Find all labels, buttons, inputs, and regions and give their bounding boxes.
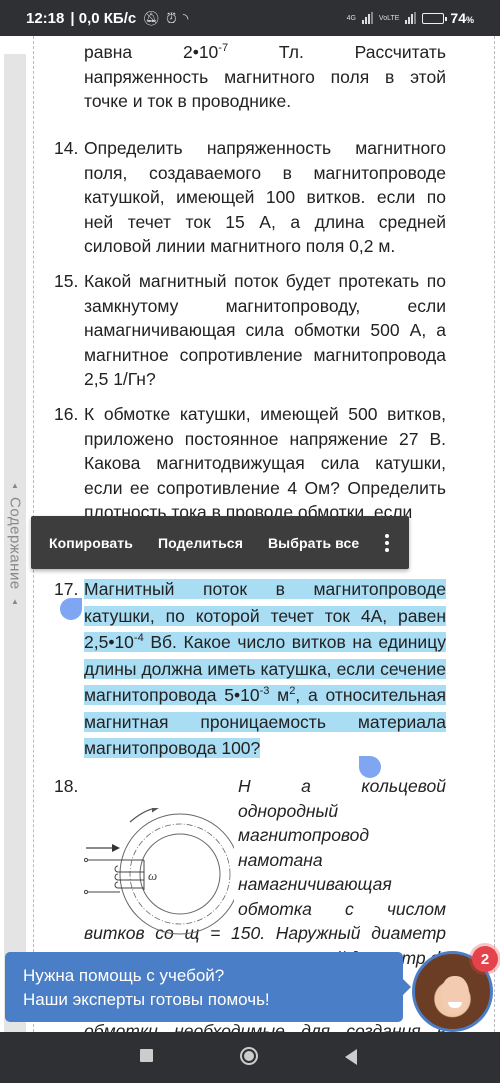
q18-word: числом	[386, 898, 446, 919]
question-16: 16. К обмотке катушки, имеющей 500 витко…	[54, 402, 446, 525]
q18-word: Н	[238, 776, 251, 796]
q17-part3: м	[269, 685, 290, 705]
q13-value-exp: -7	[218, 42, 229, 54]
question-text: Определить напряженность магнитного поля…	[84, 138, 446, 256]
q17-exp2: -3	[259, 685, 270, 697]
contents-label: Содержание	[6, 497, 24, 590]
avatar-face	[441, 976, 469, 1014]
network-speed: | 0,0 КБ/с	[70, 9, 137, 27]
question-number: 16.	[54, 404, 79, 424]
cast-icon: ◝	[182, 9, 189, 26]
q13-unit: Тл.	[278, 42, 304, 62]
q18-line: магнитопровод	[238, 825, 370, 845]
question-13-tail: равна 2•10-7 Тл. Рассчитать напряженност…	[54, 40, 446, 114]
help-chat-banner[interactable]: Нужна помощь с учебой? Наши эксперты гот…	[5, 952, 411, 1022]
question-number: 18.	[54, 776, 79, 796]
battery-value: 74	[450, 10, 466, 26]
alarm-icon: ⏰︎	[166, 9, 177, 26]
volte-tag: VoLTE	[378, 14, 400, 22]
notification-badge: 2	[472, 946, 498, 972]
question-text-selected[interactable]: Магнитный поток в магнитопроводе катушки…	[84, 576, 446, 762]
question-text: К обмотке катушки, имеющей 500 витков, п…	[84, 404, 446, 522]
q18-word: обмотка	[238, 898, 312, 919]
omega-label: ω	[148, 868, 157, 883]
q13-value: 2•10-7	[183, 40, 228, 65]
signal-icon-2	[405, 12, 417, 24]
q18-line: На кольцевой	[238, 774, 446, 799]
toroid-coil-diagram: ω	[84, 808, 234, 935]
copy-button[interactable]: Копировать	[49, 535, 133, 551]
selection-handle-end[interactable]	[359, 756, 381, 778]
q17-exp1: -4	[133, 632, 144, 644]
page-border-right	[494, 36, 495, 1032]
back-button[interactable]	[345, 1049, 357, 1065]
q18-word: а	[301, 776, 311, 796]
question-17: 17. Магнитный поток в магнитопроводе кат…	[54, 576, 446, 762]
arrow-up-icon: ▲	[11, 596, 19, 606]
sim1-network-tag: 4G	[346, 14, 356, 22]
q13-rest: напряженность магнитного поля в этой точ…	[84, 66, 446, 112]
bell-off-icon: 🔕︎	[142, 9, 160, 26]
contents-sidebar-label[interactable]: ▲ Содержание ▲	[4, 481, 26, 606]
more-vertical-icon[interactable]	[385, 533, 389, 552]
q13-word: равна	[84, 42, 133, 62]
q18-word: кольцевой	[361, 776, 446, 796]
question-15: 15. Какой магнитный поток будет протекат…	[54, 269, 446, 392]
help-banner-subtitle: Наши эксперты готовы помочь!	[23, 990, 270, 1009]
q18-side-text: На кольцевой однородный магнитопровод нам…	[238, 774, 446, 921]
q13-word-2: Рассчитать	[354, 42, 446, 62]
text-selection-menu: Копировать Поделиться Выбрать все	[31, 516, 409, 569]
selection-handle-start[interactable]	[60, 598, 82, 620]
battery-percent: 74%	[450, 10, 474, 26]
question-14: 14. Определить напряженность магнитного …	[54, 136, 446, 259]
signal-icon	[361, 12, 373, 24]
share-button[interactable]: Поделиться	[158, 535, 243, 551]
navigation-bar	[0, 1032, 500, 1083]
status-bar: 12:18 | 0,0 КБ/с 🔕︎ ⏰︎ ◝ 4G VoLTE 74%	[0, 0, 500, 36]
clock: 12:18	[26, 9, 65, 27]
q18-line: обмотка с числом	[238, 897, 446, 922]
select-all-button[interactable]: Выбрать все	[268, 535, 359, 551]
home-button[interactable]	[240, 1047, 258, 1065]
recents-button[interactable]	[140, 1049, 153, 1062]
q18-line: намагничивающая	[238, 874, 392, 894]
q18-line: однородный	[238, 800, 339, 821]
q18-line: намотана	[238, 849, 323, 870]
q13-line1: равна 2•10-7 Тл. Рассчитать	[84, 40, 446, 65]
selected-text[interactable]: Магнитный поток в магнитопроводе катушки…	[84, 579, 446, 758]
question-number: 15.	[54, 271, 79, 291]
help-banner-title: Нужна помощь с учебой?	[23, 966, 225, 985]
arrow-up-icon: ▲	[11, 481, 19, 490]
battery-icon	[422, 12, 448, 24]
question-number: 14.	[54, 138, 79, 158]
battery-suffix: %	[465, 15, 474, 25]
question-text: Какой магнитный поток будет протекать по…	[84, 271, 446, 389]
q13-value-base: 2•10	[182, 42, 219, 62]
q18-word: с	[345, 898, 354, 919]
